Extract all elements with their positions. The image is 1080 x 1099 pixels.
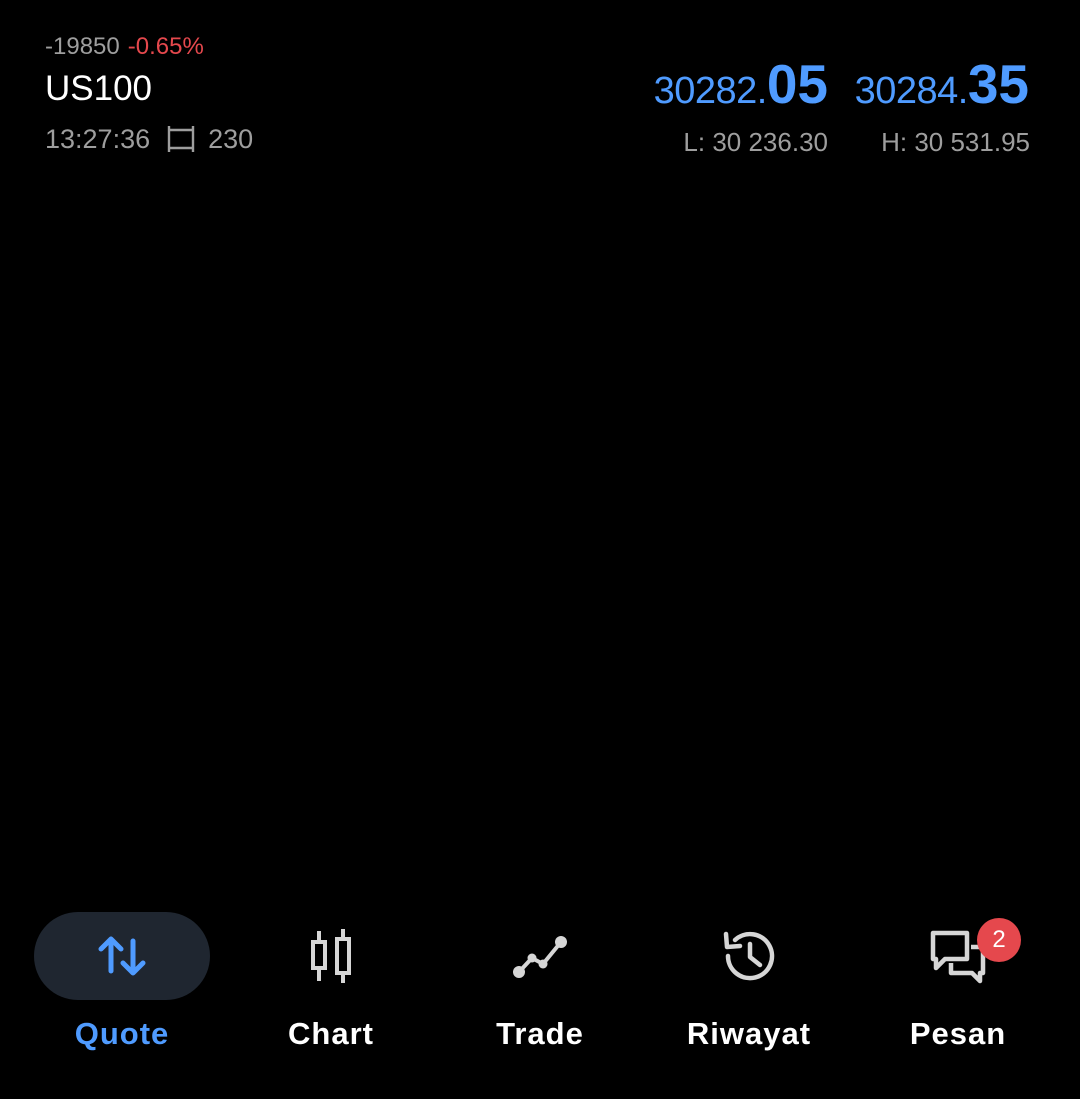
daily-change: -19850 -0.65%	[45, 32, 204, 62]
nav-pesan-pill: 2	[870, 912, 1046, 1000]
nav-label-chart: Chart	[288, 1016, 374, 1051]
nav-item-chart[interactable]: Chart	[227, 912, 435, 1062]
nav-label-riwayat: Riwayat	[686, 1016, 812, 1051]
trend-line-icon	[513, 936, 567, 978]
nav-quote-pill	[34, 912, 210, 1000]
nav-chart-pill	[243, 912, 419, 1000]
bottom-nav: Quote Chart Trade Riwayat 2 Pesan	[0, 900, 1080, 1070]
candlestick-icon	[311, 929, 351, 983]
quote-row[interactable]: -19850 -0.65% US100 13:27:36 230 30282.05…	[0, 0, 1080, 190]
spread-value: 230	[208, 124, 254, 154]
bid-price[interactable]: 30282.05	[654, 52, 828, 116]
spread-icon	[166, 124, 196, 154]
change-points: -19850	[45, 33, 120, 60]
bid-price-prefix: 30282.	[653, 70, 768, 112]
nav-label-quote: Quote	[74, 1016, 170, 1051]
nav-label-pesan: Pesan	[909, 1016, 1007, 1051]
ask-price-prefix: 30284.	[854, 70, 969, 112]
nav-label-trade: Trade	[496, 1016, 584, 1051]
nav-item-pesan[interactable]: 2 Pesan	[854, 912, 1062, 1062]
nav-item-trade[interactable]: Trade	[436, 912, 644, 1062]
nav-riwayat-pill	[661, 912, 837, 1000]
quote-meta: 13:27:36 230	[45, 123, 253, 155]
unread-badge: 2	[977, 918, 1021, 962]
change-percent: -0.65%	[127, 33, 204, 60]
ask-price-suffix: 35	[967, 53, 1029, 115]
arrows-up-down-icon	[98, 936, 146, 976]
nav-item-quote[interactable]: Quote	[18, 912, 226, 1062]
quote-time: 13:27:36	[45, 124, 151, 154]
ask-price[interactable]: 30284.35	[855, 52, 1029, 116]
nav-item-riwayat[interactable]: Riwayat	[645, 912, 853, 1062]
nav-trade-pill	[452, 912, 628, 1000]
bid-price-suffix: 05	[766, 53, 828, 115]
low-price: L: 30 236.30	[683, 127, 828, 157]
history-icon	[723, 931, 775, 981]
high-price: H: 30 531.95	[881, 127, 1030, 157]
symbol-name: US100	[45, 69, 153, 108]
